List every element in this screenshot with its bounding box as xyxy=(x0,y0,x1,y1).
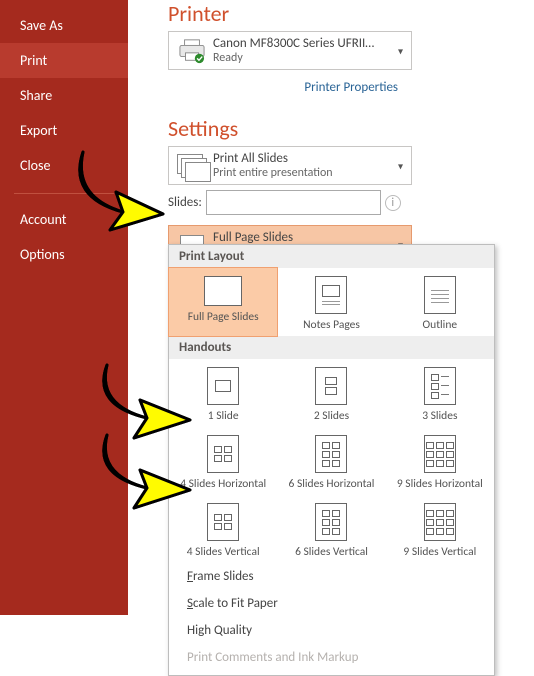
handout-label: 2 Slides xyxy=(314,409,349,423)
printer-dropdown[interactable]: Canon MF8300C Series UFRII… Ready ▾ xyxy=(168,31,412,70)
handout-9-horizontal[interactable]: 9 Slides Horizontal xyxy=(386,427,494,495)
info-icon[interactable]: i xyxy=(385,195,401,211)
handout-2-slides[interactable]: 2 Slides xyxy=(277,359,385,427)
layout-option-notes[interactable]: Notes Pages xyxy=(277,268,385,336)
handout-2-icon xyxy=(315,367,347,405)
sidebar-item-options[interactable]: Options xyxy=(0,237,128,272)
outline-icon xyxy=(424,276,456,314)
printer-properties-link[interactable]: Printer Properties xyxy=(168,80,398,95)
print-range-title: Print All Slides xyxy=(213,151,405,166)
handout-6-horizontal[interactable]: 6 Slides Horizontal xyxy=(277,427,385,495)
printer-icon xyxy=(175,37,209,65)
handout-9v-icon xyxy=(424,503,456,541)
sidebar-item-print[interactable]: Print xyxy=(0,43,128,78)
notes-page-icon xyxy=(315,276,347,314)
printer-name: Canon MF8300C Series UFRII… xyxy=(213,36,405,51)
handout-label: 3 Slides xyxy=(422,409,457,423)
handout-label: 6 Slides Horizontal xyxy=(289,477,375,491)
menuitem-frame-slides[interactable]: Frame Slides xyxy=(169,563,494,590)
layout-option-outline[interactable]: Outline xyxy=(386,268,494,336)
menuitem-high-quality[interactable]: High Quality xyxy=(169,617,494,644)
print-range-dropdown[interactable]: Print All Slides Print entire presentati… xyxy=(168,146,412,185)
sidebar-item-account[interactable]: Account xyxy=(0,202,128,237)
layout-label: Outline xyxy=(423,318,458,332)
chevron-down-icon: ▾ xyxy=(398,159,403,172)
menuitem-scale-to-fit[interactable]: Scale to Fit Paper xyxy=(169,590,494,617)
layout-flyout-menu: Print Layout Full Page Slides Notes Page… xyxy=(168,244,495,676)
layout-label: Notes Pages xyxy=(303,318,360,332)
handout-label: 6 Slides Vertical xyxy=(295,545,368,559)
sidebar-item-export[interactable]: Export xyxy=(0,113,128,148)
handout-4-horizontal[interactable]: 4 Slides Horizontal xyxy=(169,427,277,495)
handouts-row-vertical: 4 Slides Vertical 6 Slides Vertical 9 Sl… xyxy=(169,495,494,563)
handout-4-vertical[interactable]: 4 Slides Vertical xyxy=(169,495,277,563)
handout-3-icon xyxy=(424,367,456,405)
handouts-row-horizontal: 4 Slides Horizontal 6 Slides Horizontal … xyxy=(169,427,494,495)
settings-heading: Settings xyxy=(168,115,534,142)
slides-stack-icon xyxy=(175,152,209,180)
slide-layout-title: Full Page Slides xyxy=(213,230,405,245)
handout-label: 4 Slides Vertical xyxy=(187,545,260,559)
handout-1-icon xyxy=(207,367,239,405)
sidebar-item-share[interactable]: Share xyxy=(0,78,128,113)
layout-option-full-page[interactable]: Full Page Slides xyxy=(169,268,277,336)
flyout-heading-layout: Print Layout xyxy=(169,245,494,268)
handout-label: 1 Slide xyxy=(208,409,239,423)
handout-label: 9 Slides Horizontal xyxy=(397,477,483,491)
handout-label: 4 Slides Horizontal xyxy=(180,477,266,491)
sidebar-item-close[interactable]: Close xyxy=(0,148,128,183)
slides-input[interactable] xyxy=(206,190,381,215)
handout-9h-icon xyxy=(424,435,456,473)
slides-label: Slides: xyxy=(168,195,202,210)
sidebar-divider xyxy=(14,193,114,194)
sidebar-item-saveas[interactable]: Save As xyxy=(0,8,128,43)
print-range-sub: Print entire presentation xyxy=(213,166,405,180)
handout-4h-icon xyxy=(207,435,239,473)
full-page-icon xyxy=(204,276,242,306)
printer-heading: Printer xyxy=(168,0,534,27)
chevron-down-icon: ▾ xyxy=(398,44,403,57)
flyout-heading-handouts: Handouts xyxy=(169,336,494,359)
handout-6v-icon xyxy=(315,503,347,541)
handout-1-slide[interactable]: 1 Slide xyxy=(169,359,277,427)
handout-9-vertical[interactable]: 9 Slides Vertical xyxy=(386,495,494,563)
handouts-row-1: 1 Slide 2 Slides 3 Slides xyxy=(169,359,494,427)
handout-3-slides[interactable]: 3 Slides xyxy=(386,359,494,427)
menuitem-print-comments: Print Comments and Ink Markup xyxy=(169,644,494,671)
handout-4v-icon xyxy=(207,503,239,541)
handout-label: 9 Slides Vertical xyxy=(403,545,476,559)
handout-6h-icon xyxy=(315,435,347,473)
backstage-sidebar: Save As Print Share Export Close Account… xyxy=(0,0,128,615)
layout-label: Full Page Slides xyxy=(188,310,259,324)
handout-6-vertical[interactable]: 6 Slides Vertical xyxy=(277,495,385,563)
layout-grid: Full Page Slides Notes Pages Outline xyxy=(169,268,494,336)
printer-status: Ready xyxy=(213,51,405,65)
